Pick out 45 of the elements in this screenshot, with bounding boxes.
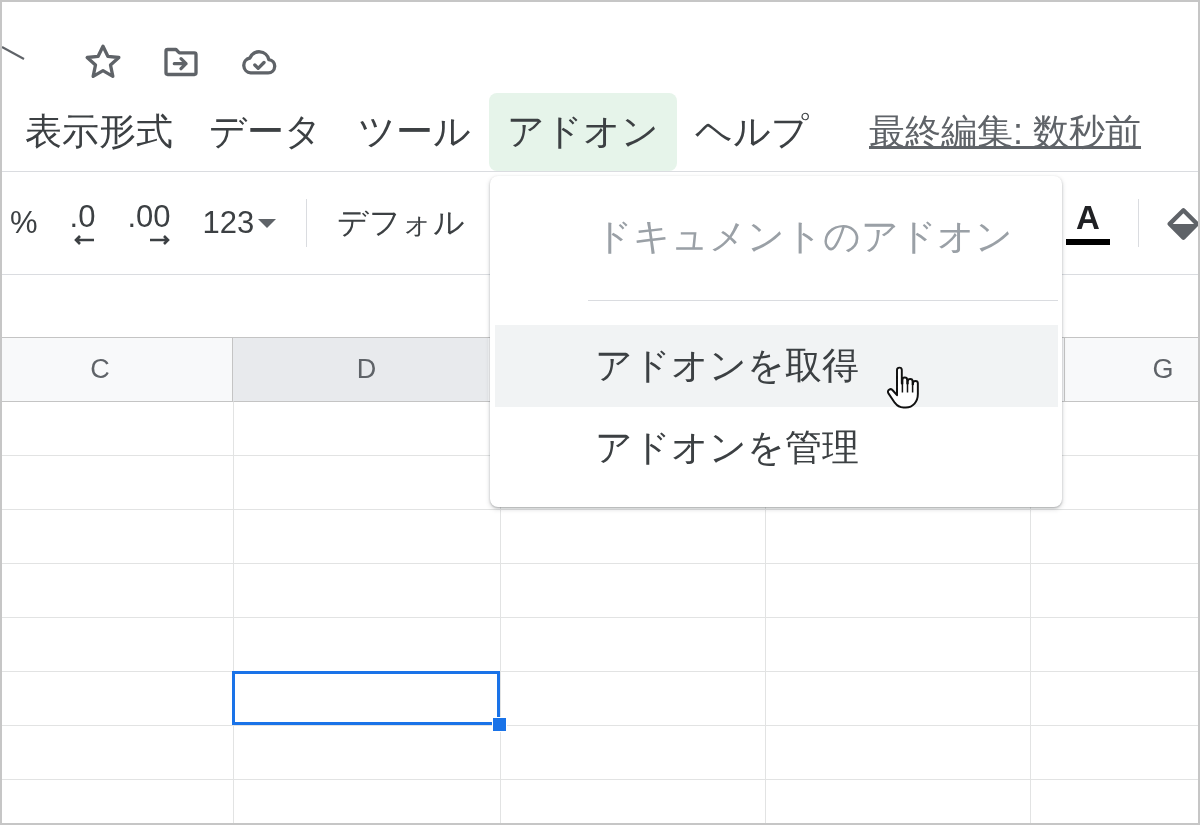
grid-cell[interactable] (500, 509, 765, 563)
grid-cell[interactable] (1030, 671, 1198, 725)
grid-cell[interactable] (1030, 725, 1198, 779)
grid-cell[interactable] (233, 779, 500, 823)
grid-cell[interactable] (233, 509, 500, 563)
color-bar-icon (1066, 239, 1110, 245)
stroke-fragment-icon (2, 46, 25, 60)
menu-tab[interactable]: ツール (340, 93, 489, 171)
grid-cell[interactable] (1030, 779, 1198, 823)
toolbar-button[interactable]: .0 (63, 201, 102, 245)
paint-bucket-icon[interactable] (1167, 205, 1198, 241)
grid-cell[interactable] (1030, 509, 1198, 563)
grid-cell[interactable] (765, 725, 1030, 779)
grid-cell[interactable] (500, 617, 765, 671)
toolbar-button[interactable]: .00 (121, 201, 177, 245)
right-arrow-icon (148, 235, 171, 245)
grid-cell[interactable] (765, 617, 1030, 671)
grid-cell[interactable] (1030, 617, 1198, 671)
grid-cell[interactable] (765, 779, 1030, 823)
menu-item[interactable]: アドオンを取得 (495, 325, 1058, 407)
format-dropdown[interactable]: 123 (196, 207, 283, 239)
grid-cell[interactable] (500, 563, 765, 617)
grid-cell[interactable] (233, 563, 500, 617)
hand-pointer-icon (885, 365, 921, 411)
toolbar-button[interactable]: デフォル (331, 207, 472, 239)
text-color-button[interactable]: A (1066, 201, 1110, 245)
grid-cell[interactable] (765, 671, 1030, 725)
menu-tab[interactable]: データ (191, 93, 340, 171)
menu-tab[interactable]: アドオン (489, 93, 677, 171)
menu-heading: ドキュメントのアドオン (594, 215, 1014, 259)
grid-cell[interactable] (1030, 563, 1198, 617)
grid-cell[interactable] (765, 509, 1030, 563)
toolbar-button[interactable]: % (4, 207, 44, 239)
grid-cell[interactable] (500, 779, 765, 823)
menu-item[interactable]: アドオンを管理 (495, 407, 1058, 489)
fill-handle[interactable] (492, 717, 507, 732)
menu-tab[interactable]: ヘルプ (677, 93, 827, 171)
grid-cell[interactable] (500, 725, 765, 779)
column-header[interactable]: D (233, 338, 488, 401)
grid-cell[interactable] (765, 563, 1030, 617)
menu-tab[interactable]: 表示形式 (7, 93, 191, 171)
last-edit-link[interactable]: 最終編集: 数秒前 (869, 107, 1141, 157)
left-arrow-icon (73, 235, 96, 245)
grid-cell[interactable] (233, 617, 500, 671)
caret-icon (258, 218, 277, 228)
